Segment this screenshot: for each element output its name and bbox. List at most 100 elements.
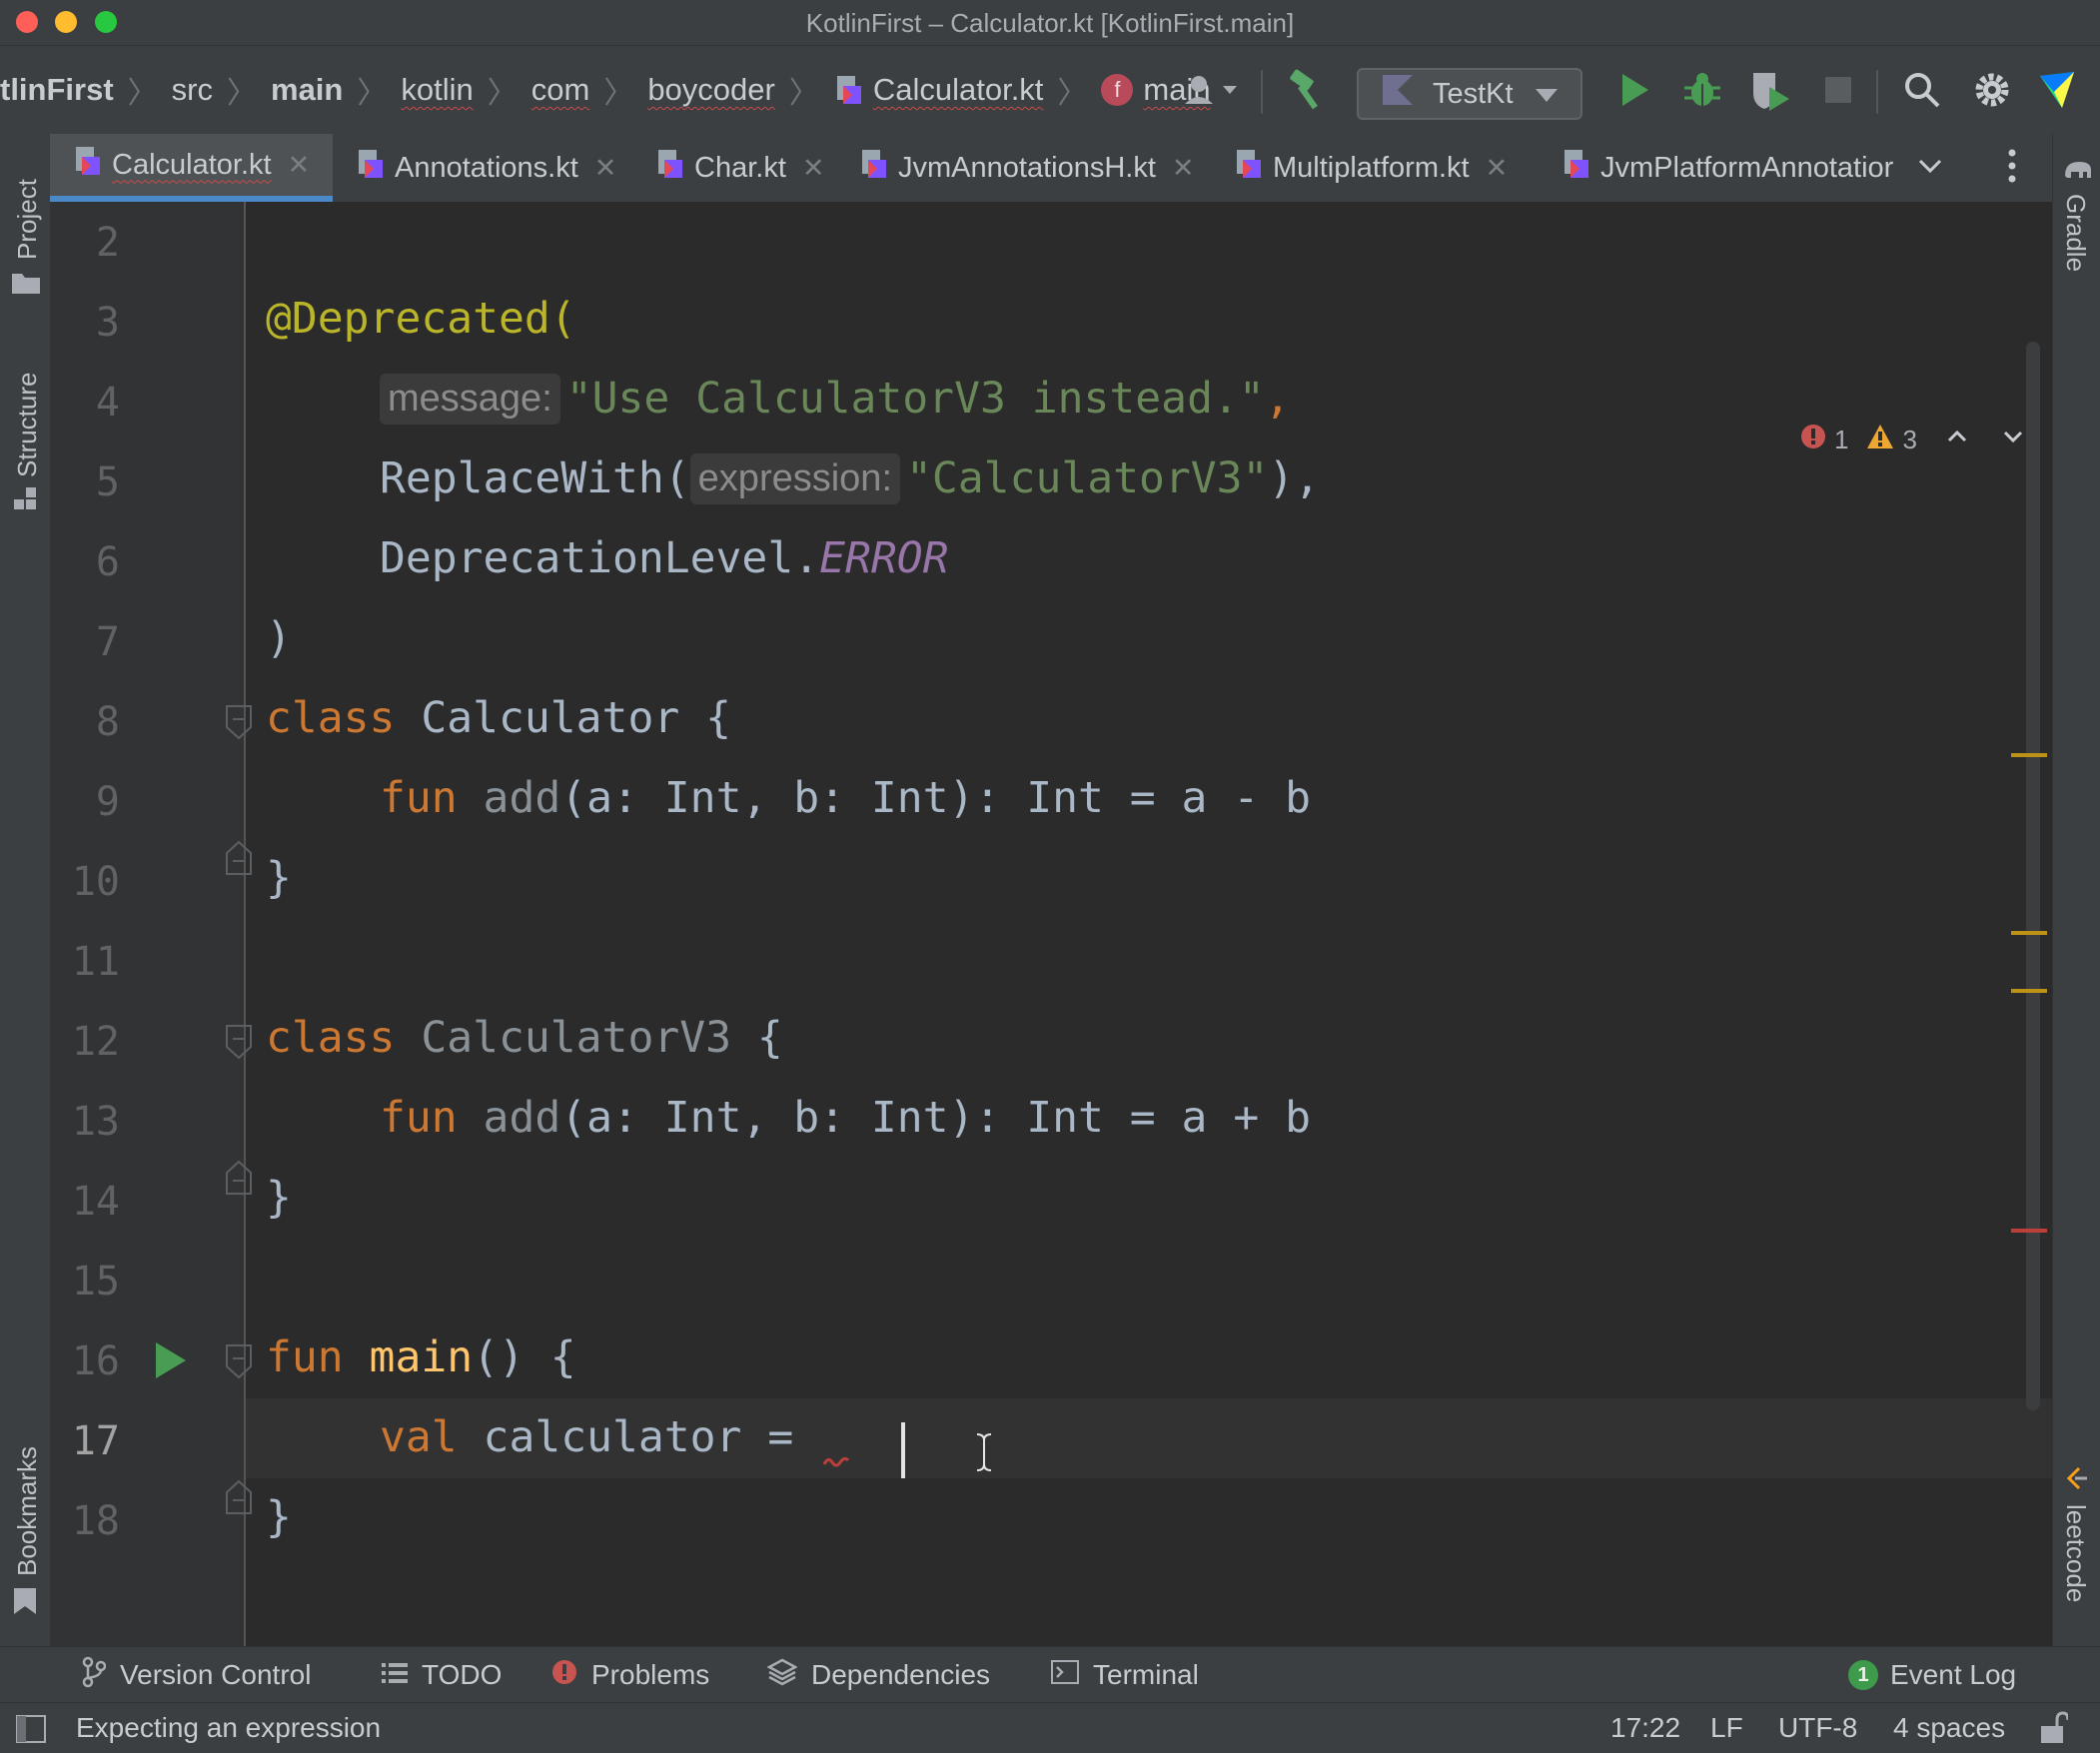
line-number: 4 [95,380,120,426]
caret-position[interactable]: 17:22 [1610,1709,1680,1747]
close-tab-icon[interactable]: ✕ [802,153,825,184]
keyword-token: fun [266,1332,344,1382]
code-with-me-icon[interactable] [2034,66,2082,114]
tab-list-chevron-icon[interactable] [1916,152,1944,185]
tab-calculator-kt[interactable]: Calculator.kt ✕ [50,134,333,202]
warning-stripe-mark[interactable] [2011,989,2047,993]
vertical-scrollbar[interactable] [2026,342,2040,1410]
keyword-token: val [380,1412,458,1462]
run-configuration-select[interactable]: TestKt [1357,68,1582,120]
more-options-icon[interactable] [2006,148,2018,189]
code-token: Calculator { [395,693,731,743]
bookmarks-panel-button[interactable]: Bookmarks [0,1412,50,1614]
structure-panel-button[interactable]: Structure [0,334,50,513]
code-token: ) [266,613,292,663]
fold-collapse-icon[interactable] [226,1025,252,1060]
fold-collapse-icon[interactable] [226,1344,252,1379]
close-tab-icon[interactable]: ✕ [288,150,311,181]
file-encoding[interactable]: UTF-8 [1778,1709,1857,1747]
breadcrumb-item-project[interactable]: tlinFirst [0,72,114,108]
line-number: 5 [95,459,120,505]
tool-window-problems[interactable]: Problems [551,1655,709,1695]
keyword-token: class [266,1013,396,1063]
tool-window-terminal[interactable]: Terminal [1051,1655,1199,1695]
previous-highlight-icon[interactable] [1945,425,1969,455]
next-highlight-icon[interactable] [2001,425,2025,455]
leetcode-icon [2065,1466,2089,1497]
breadcrumb-item-boycoder[interactable]: boycoder [647,72,775,108]
project-panel-label: Project [12,179,42,260]
code-line-3: @Deprecated( [266,294,576,344]
leetcode-panel-button[interactable]: leetcode [2053,1462,2100,1632]
window-title: KotlinFirst – Calculator.kt [KotlinFirst… [805,8,1295,38]
line-number: 17 [71,1418,120,1464]
terminal-icon [1051,1659,1079,1691]
fold-end-icon[interactable] [226,1479,252,1514]
gear-icon[interactable] [1968,66,2016,114]
line-number: 18 [71,1498,120,1544]
breadcrumb-item-src[interactable]: src [172,72,213,108]
folder-icon [12,272,40,299]
warning-stripe-mark[interactable] [2011,931,2047,935]
stop-icon[interactable] [1814,66,1862,114]
breadcrumb-item-kotlin[interactable]: kotlin [401,72,473,108]
tab-multiplatform-kt[interactable]: Multiplatform.kt ✕ [1211,134,1539,202]
fold-collapse-icon[interactable] [226,705,252,740]
close-tab-icon[interactable]: ✕ [1486,153,1509,184]
code-token: } [266,1492,292,1542]
gradle-panel-button[interactable]: Gradle [2053,148,2100,288]
debug-bug-icon[interactable] [1678,66,1726,114]
run-icon[interactable] [1610,66,1658,114]
gutter-divider [244,202,246,1646]
unlock-icon[interactable] [2038,1711,2070,1750]
fold-end-icon[interactable] [226,1160,252,1195]
code-editor[interactable]: 2 3 4 5 6 7 8 9 10 11 12 13 14 15 16 17 … [50,202,2052,1646]
warning-count-icon [1866,424,1894,456]
line-number: 2 [95,220,120,266]
breadcrumb-item-file[interactable]: Calculator.kt [833,72,1043,108]
run-with-coverage-icon[interactable] [1746,66,1794,114]
close-tab-icon[interactable]: ✕ [1172,153,1195,184]
fold-end-icon[interactable] [226,840,252,875]
code-line-16: fun main() { [266,1332,576,1382]
run-main-gutter-icon[interactable] [154,1340,188,1385]
error-stripe-mark[interactable] [2011,1229,2047,1233]
project-panel-button[interactable]: Project [0,144,50,294]
close-tab-icon[interactable]: ✕ [594,153,617,184]
tab-jvmplatformannotations-kt[interactable]: JvmPlatformAnnotatior [1539,134,1900,202]
tab-jvmannotationsh-kt[interactable]: JvmAnnotationsH.kt ✕ [836,134,1211,202]
inspection-widget[interactable]: 1 3 [1800,420,2025,459]
tool-window-dependencies[interactable]: Dependencies [766,1655,990,1695]
event-log-badge: 1 [1848,1660,1878,1690]
breadcrumb-separator-icon: 〉 [1057,77,1088,110]
code-token: (a: Int, b: Int): Int = a - b [560,773,1311,823]
line-separator[interactable]: LF [1710,1709,1743,1747]
event-log-button[interactable]: 1 Event Log [1848,1655,2016,1695]
tab-label: Multiplatform.kt [1273,151,1470,184]
build-hammer-icon[interactable] [1283,66,1331,114]
code-token: } [266,1173,292,1223]
editor-tab-bar: Calculator.kt ✕ Annotations.kt ✕ Char.kt… [50,134,2052,203]
code-line-13: fun add(a: Int, b: Int): Int = a + b [380,1093,1311,1143]
user-account-icon[interactable] [1175,66,1247,114]
bookmark-icon [14,1588,36,1619]
warning-stripe-mark[interactable] [2011,753,2047,757]
tab-char-kt[interactable]: Char.kt ✕ [632,134,836,202]
toggle-tool-windows-icon[interactable] [16,1715,46,1748]
breadcrumb-separator-icon: 〉 [487,77,518,110]
tab-label: Calculator.kt [112,148,272,181]
search-icon[interactable] [1898,66,1946,114]
status-bar: Expecting an expression 17:22 LF UTF-8 4… [0,1702,2100,1753]
breadcrumb-item-com[interactable]: com [531,72,590,108]
kotlin-file-icon [72,145,102,185]
tool-window-todo[interactable]: TODO [382,1655,502,1695]
keyword-token: fun [380,773,458,823]
breadcrumb-item-main[interactable]: main [271,72,343,108]
tab-annotations-kt[interactable]: Annotations.kt ✕ [333,134,632,202]
kotlin-file-icon [833,74,863,106]
indent-setting[interactable]: 4 spaces [1893,1709,2005,1747]
line-number: 7 [95,619,120,665]
error-circle-icon [551,1659,577,1692]
kotlin-file-icon [858,148,888,188]
tool-window-version-control[interactable]: Version Control [82,1655,311,1695]
